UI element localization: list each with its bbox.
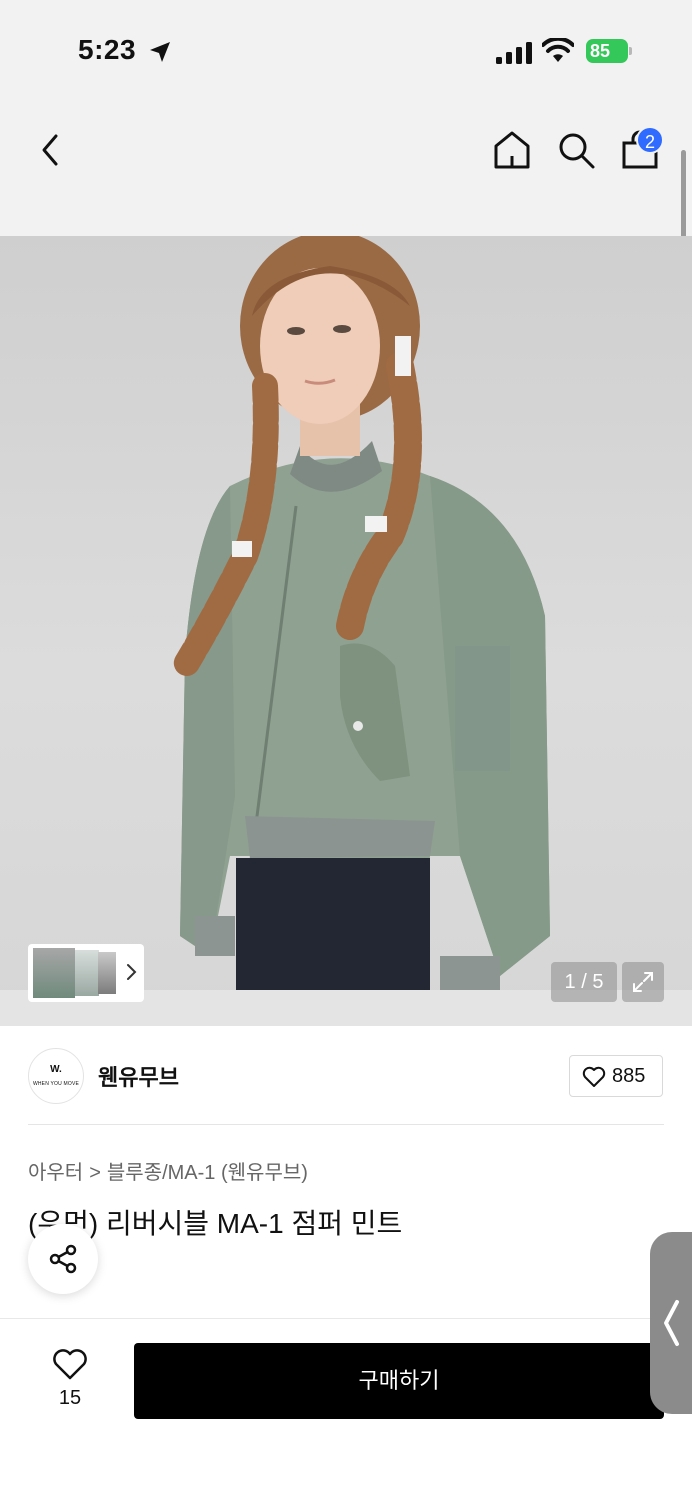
status-time: 5:23 <box>78 34 137 65</box>
buy-button[interactable]: 구매하기 <box>134 1343 664 1419</box>
wifi-icon <box>542 38 574 62</box>
breadcrumb-category[interactable]: 아우터 <box>28 1162 83 1184</box>
share-icon <box>49 1244 77 1274</box>
wishlist-heart-icon[interactable] <box>52 1349 88 1381</box>
brand-like-button[interactable]: 885 <box>569 1055 663 1097</box>
thumbnail-strip[interactable] <box>28 944 144 1002</box>
chevron-left-icon <box>664 1300 679 1346</box>
thumbnail-3[interactable] <box>98 952 116 994</box>
search-icon[interactable] <box>554 128 598 172</box>
heart-icon <box>582 1066 606 1087</box>
cart-count-badge: 2 <box>636 126 664 154</box>
battery-indicator: 85 <box>586 39 632 63</box>
brand-logo-text: WHEN YOU MOVE <box>32 1081 80 1087</box>
brand-logo[interactable]: W. WHEN YOU MOVE <box>28 1048 84 1104</box>
battery-tip <box>629 47 632 55</box>
cellular-signal-icon <box>496 42 532 64</box>
breadcrumb: 아우터 > 블루종/MA-1 (웬유무브) <box>28 1156 308 1185</box>
share-button[interactable] <box>28 1224 98 1294</box>
wishlist-count: 15 <box>58 1387 82 1409</box>
thumbnail-2[interactable] <box>75 950 99 996</box>
brand-name[interactable]: 웬유무브 <box>98 1060 179 1092</box>
battery-level: 85 <box>586 39 628 63</box>
expand-icon <box>633 972 653 992</box>
expand-image-button[interactable] <box>622 962 664 1002</box>
top-nav: 2 <box>0 100 692 236</box>
home-icon[interactable] <box>490 128 534 172</box>
bottom-action-bar: 15 구매하기 <box>0 1318 692 1500</box>
breadcrumb-separator: > <box>89 1162 101 1184</box>
side-panel-handle[interactable] <box>650 1232 692 1414</box>
breadcrumb-subcategory[interactable]: 블루종/MA-1 (웬유무브) <box>107 1162 308 1184</box>
thumbnail-1[interactable] <box>33 948 75 998</box>
product-photo <box>172 236 550 996</box>
status-bar: 5:23 85 <box>0 0 692 100</box>
back-chevron-icon[interactable] <box>32 130 68 170</box>
location-arrow-icon <box>150 42 170 62</box>
product-info: W. WHEN YOU MOVE 웬유무브 885 아우터 > 블루종/MA-1 (… <box>0 1026 692 1326</box>
product-image-gallery[interactable]: 1 / 5 <box>0 236 692 1026</box>
chevron-right-icon[interactable] <box>124 962 138 982</box>
brand-like-count: 885 <box>612 1065 646 1087</box>
brand-logo-mark: W. <box>50 1064 62 1075</box>
image-page-counter: 1 / 5 <box>551 962 617 1002</box>
divider <box>28 1124 664 1125</box>
